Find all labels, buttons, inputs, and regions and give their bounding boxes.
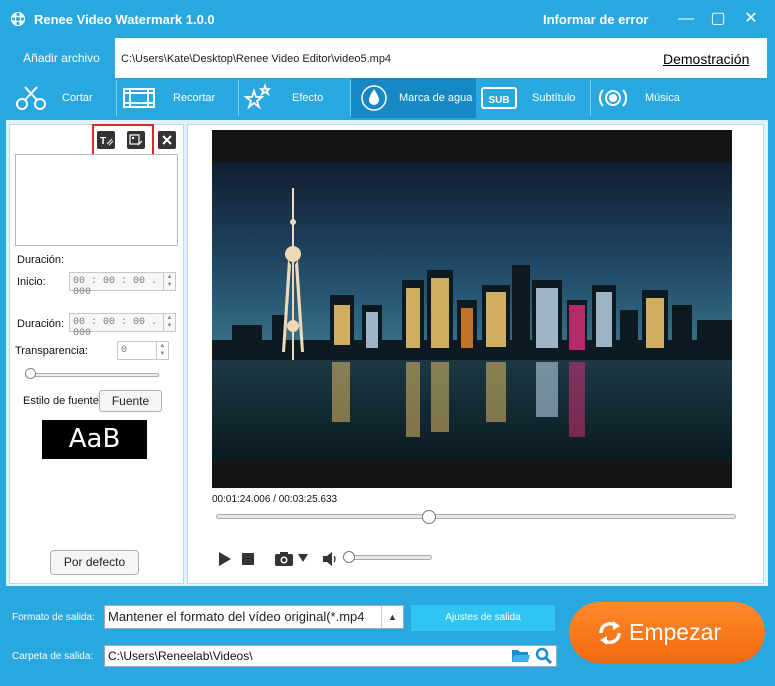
transparency-value: 0 <box>121 345 128 356</box>
tab-crop[interactable]: Recortar <box>117 78 238 118</box>
watermark-list[interactable] <box>15 154 178 246</box>
tab-music[interactable]: Música <box>591 78 703 118</box>
folder-icon[interactable] <box>511 647 531 665</box>
text-watermark-icon[interactable]: T <box>97 131 115 149</box>
output-folder-input[interactable]: C:\Users\Reneelab\Videos\ <box>104 645 557 667</box>
transparency-label: Transparencia: <box>15 345 88 357</box>
duration-time-value: 00 : 00 : 00 . 000 <box>73 317 158 339</box>
scissors-icon <box>16 86 46 110</box>
tab-subtitle[interactable]: SUB Subtítulo <box>476 78 590 118</box>
tab-effect[interactable]: Efecto <box>239 78 350 118</box>
transparency-slider[interactable] <box>25 373 159 377</box>
camera-dropdown-icon[interactable] <box>298 554 308 562</box>
output-format-select[interactable]: Mantener el formato del vídeo original(*… <box>104 605 404 629</box>
duration-time-input[interactable]: 00 : 00 : 00 . 000 ▲ ▼ <box>69 313 176 339</box>
refresh-icon <box>599 621 621 645</box>
tab-subtitle-label: Subtítulo <box>532 92 576 104</box>
tab-cut[interactable]: Cortar <box>8 78 116 118</box>
chevron-up-icon[interactable]: ▲ <box>381 606 403 628</box>
music-icon <box>599 89 627 107</box>
video-frame-image <box>212 130 732 488</box>
image-watermark-icon[interactable] <box>127 131 145 149</box>
start-button[interactable]: Empezar <box>569 602 765 663</box>
camera-icon[interactable] <box>274 551 294 567</box>
tab-cut-label: Cortar <box>62 92 93 104</box>
output-folder-label: Carpeta de salida: <box>12 651 94 662</box>
transparency-input[interactable]: 0 ▲ ▼ <box>117 341 169 360</box>
seek-bar-thumb[interactable] <box>421 510 436 524</box>
tab-effect-label: Efecto <box>292 92 324 104</box>
play-icon[interactable] <box>217 551 233 567</box>
start-time-stepper[interactable]: ▲ ▼ <box>163 273 175 290</box>
video-preview <box>212 130 732 488</box>
svg-text:T: T <box>100 136 106 147</box>
default-button[interactable]: Por defecto <box>50 550 139 575</box>
stars-icon <box>243 83 272 110</box>
close-window-button[interactable]: ✕ <box>741 9 761 29</box>
font-style-label: Estilo de fuente <box>23 395 99 407</box>
demo-link[interactable]: Demostración <box>663 51 749 67</box>
minimize-button[interactable]: — <box>676 9 696 29</box>
droplet-icon <box>361 85 387 111</box>
start-button-label: Empezar <box>629 619 722 645</box>
transparency-slider-thumb[interactable] <box>25 368 36 379</box>
start-time-value: 00 : 00 : 00 . 000 <box>73 276 158 298</box>
stop-icon[interactable] <box>242 553 254 565</box>
search-icon[interactable] <box>535 647 553 665</box>
current-time: 00:01:24.006 <box>212 494 271 505</box>
volume-slider[interactable] <box>346 555 432 560</box>
start-label: Inicio: <box>17 276 46 288</box>
close-icon <box>162 135 172 145</box>
start-time-input[interactable]: 00 : 00 : 00 . 000 ▲ ▼ <box>69 272 176 298</box>
maximize-button[interactable]: ▢ <box>708 9 728 29</box>
app-logo-icon <box>11 12 25 26</box>
font-preview: AaB <box>42 420 147 459</box>
duration-heading: Duración: <box>17 254 65 266</box>
crop-icon <box>123 88 155 108</box>
volume-slider-thumb[interactable] <box>343 551 355 563</box>
time-separator: / <box>270 494 279 505</box>
tab-music-label: Música <box>645 92 680 104</box>
output-format-label: Formato de salida: <box>12 612 95 623</box>
transparency-stepper[interactable]: ▲ ▼ <box>156 342 168 359</box>
file-path: C:\Users\Kate\Desktop\Renee Video Editor… <box>121 53 392 65</box>
tab-watermark[interactable]: Marca de agua <box>351 78 476 118</box>
duration-time-stepper[interactable]: ▲ ▼ <box>163 314 175 331</box>
add-file-button[interactable]: Añadir archivo <box>8 38 115 78</box>
duration-label: Duración: <box>17 318 65 330</box>
seek-bar[interactable] <box>216 514 736 519</box>
output-settings-button[interactable]: Ajustes de salida <box>411 605 555 631</box>
tab-crop-label: Recortar <box>173 92 216 104</box>
app-title: Renee Video Watermark 1.0.0 <box>34 12 215 27</box>
time-display: 00:01:24.006 / 00:03:25.633 <box>212 494 337 505</box>
volume-icon[interactable] <box>322 551 338 567</box>
subtitle-icon: SUB <box>481 87 517 109</box>
report-error-link[interactable]: Informar de error <box>543 12 648 27</box>
total-time: 00:03:25.633 <box>278 494 338 505</box>
tab-watermark-label: Marca de agua <box>399 92 473 104</box>
remove-watermark-button[interactable] <box>158 131 176 149</box>
svg-text:SUB: SUB <box>488 95 509 106</box>
font-button[interactable]: Fuente <box>99 390 162 412</box>
